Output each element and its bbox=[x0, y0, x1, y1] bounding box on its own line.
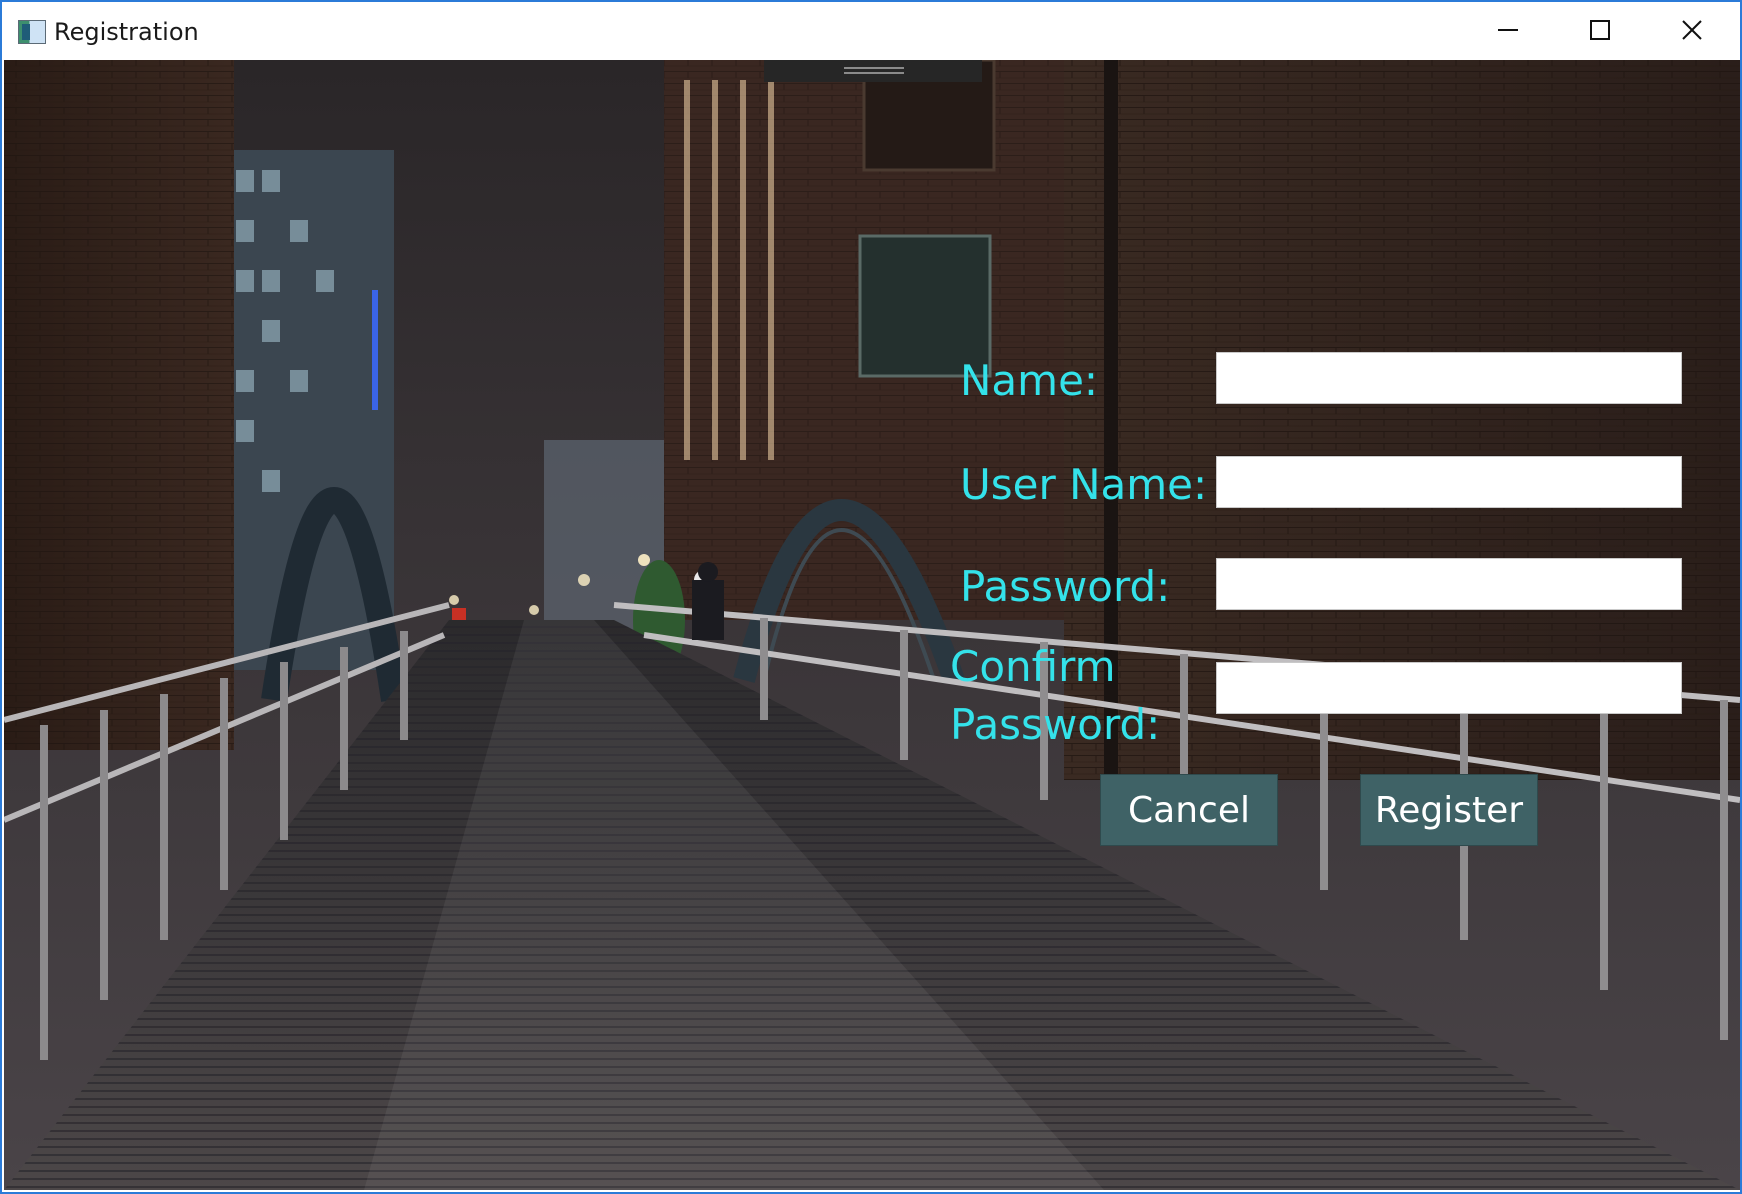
minimize-button[interactable] bbox=[1462, 2, 1554, 60]
cancel-button[interactable]: Cancel bbox=[1100, 774, 1278, 846]
window-content: Name: User Name: Password: Confirm Passw… bbox=[4, 60, 1740, 1190]
minimize-icon bbox=[1498, 29, 1518, 31]
password-input[interactable] bbox=[1216, 558, 1682, 610]
name-input[interactable] bbox=[1216, 352, 1682, 404]
username-input[interactable] bbox=[1216, 456, 1682, 508]
confirm-password-label: Confirm Password: bbox=[950, 642, 1161, 749]
close-button[interactable] bbox=[1646, 2, 1738, 60]
night-bridge-background-image bbox=[4, 60, 1740, 1190]
maximize-icon bbox=[1590, 20, 1610, 40]
title-bar[interactable]: Registration bbox=[2, 2, 1740, 60]
close-icon bbox=[1682, 20, 1702, 40]
drag-handle[interactable] bbox=[764, 60, 982, 82]
username-label: User Name: bbox=[960, 460, 1208, 509]
register-button[interactable]: Register bbox=[1360, 774, 1538, 846]
maximize-button[interactable] bbox=[1554, 2, 1646, 60]
window-title: Registration bbox=[54, 18, 199, 46]
confirm-password-input[interactable] bbox=[1216, 662, 1682, 714]
name-label: Name: bbox=[960, 356, 1099, 405]
registration-window: Registration Name: User Name: Password: … bbox=[0, 0, 1742, 1194]
password-label: Password: bbox=[960, 562, 1171, 611]
app-window-icon bbox=[18, 20, 46, 44]
